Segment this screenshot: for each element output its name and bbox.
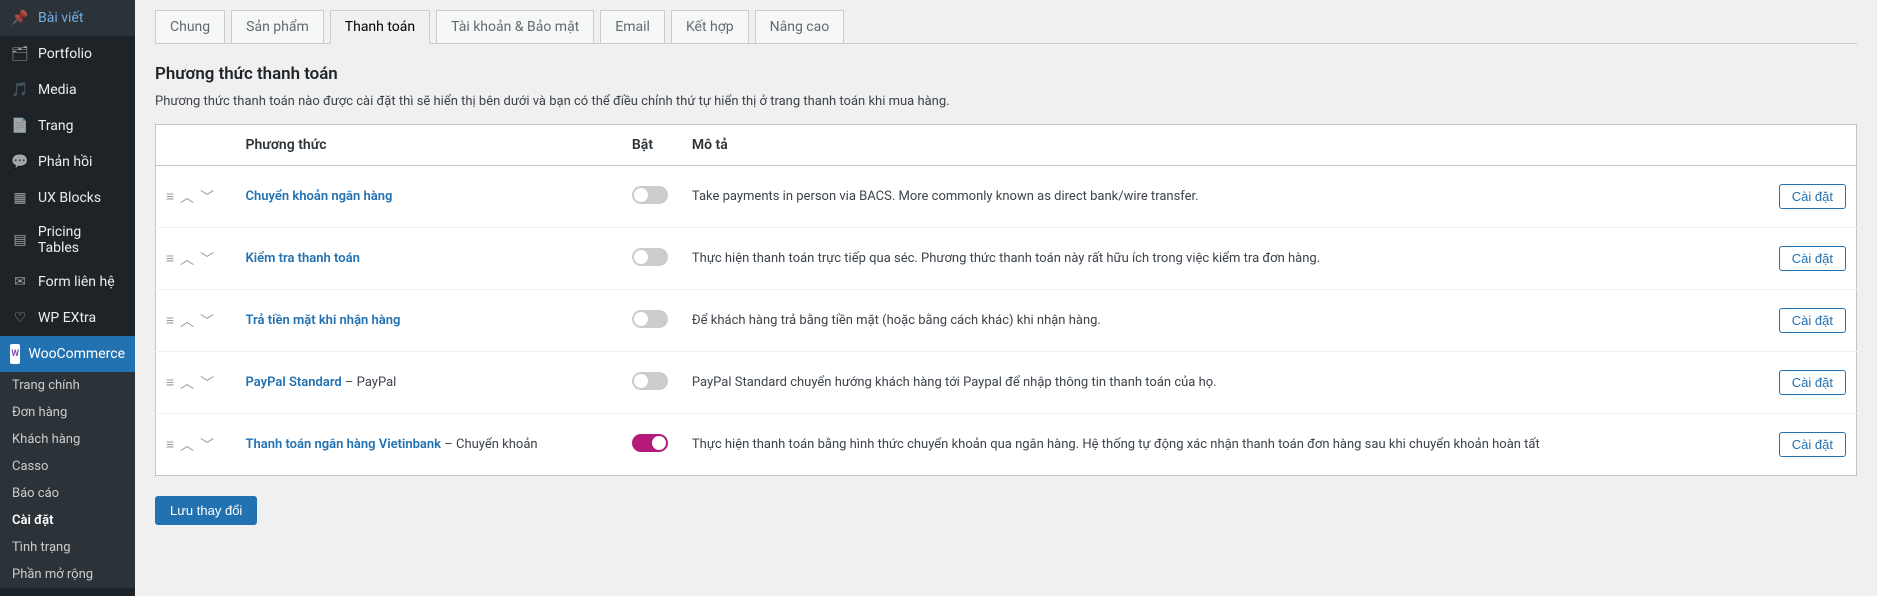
sidebar-item-posts[interactable]: 📌Bài viết <box>0 0 135 36</box>
method-link[interactable]: Trả tiền mặt khi nhận hàng <box>246 313 401 328</box>
enable-toggle[interactable] <box>632 186 668 204</box>
submenu-customers[interactable]: Khách hàng <box>0 426 135 453</box>
save-button[interactable]: Lưu thay đổi <box>155 496 257 525</box>
method-link[interactable]: Kiểm tra thanh toán <box>246 251 360 266</box>
table-row: ≡ ︿ ﹀ Trả tiền mặt khi nhận hàng Để khác… <box>156 290 1857 352</box>
tables-icon: ▤ <box>10 230 30 250</box>
sidebar-item-pricing[interactable]: ▤Pricing Tables <box>0 216 135 264</box>
method-desc: Take payments in person via BACS. More c… <box>682 166 1757 228</box>
section-title: Phương thức thanh toán <box>155 64 1857 84</box>
move-down-icon[interactable]: ﹀ <box>200 435 214 455</box>
move-up-icon[interactable]: ︿ <box>180 311 194 331</box>
setup-button[interactable]: Cài đặt <box>1779 308 1846 333</box>
setup-button[interactable]: Cài đặt <box>1779 246 1846 271</box>
section-desc: Phương thức thanh toán nào được cài đặt … <box>155 94 1857 109</box>
setup-button[interactable]: Cài đặt <box>1779 432 1846 457</box>
submenu-orders[interactable]: Đơn hàng <box>0 399 135 426</box>
move-down-icon[interactable]: ﹀ <box>200 249 214 269</box>
tab-integration[interactable]: Kết hợp <box>671 10 749 44</box>
submenu-status[interactable]: Tình trạng <box>0 534 135 561</box>
sidebar-item-media[interactable]: 🎵Media <box>0 72 135 108</box>
move-down-icon[interactable]: ﹀ <box>200 187 214 207</box>
method-link[interactable]: Thanh toán ngân hàng Vietinbank <box>246 437 442 452</box>
submenu-extensions[interactable]: Phần mở rộng <box>0 561 135 588</box>
method-suffix: – PayPal <box>342 375 397 390</box>
drag-handle-icon[interactable]: ≡ <box>166 312 174 329</box>
page-icon: 📄 <box>10 116 30 136</box>
tab-accounts[interactable]: Tài khoản & Bảo mật <box>436 10 594 44</box>
sidebar-item-pages[interactable]: 📄Trang <box>0 108 135 144</box>
table-row: ≡ ︿ ﹀ Thanh toán ngân hàng Vietinbank – … <box>156 414 1857 476</box>
move-up-icon[interactable]: ︿ <box>180 373 194 393</box>
comment-icon: 💬 <box>10 152 30 172</box>
admin-sidebar: 📌Bài viết 🗂Portfolio 🎵Media 📄Trang 💬Phản… <box>0 0 135 596</box>
sidebar-item-comments[interactable]: 💬Phản hồi <box>0 144 135 180</box>
sidebar-item-woocommerce[interactable]: WWooCommerce <box>0 336 135 372</box>
table-row: ≡ ︿ ﹀ Kiểm tra thanh toán Thực hiện than… <box>156 228 1857 290</box>
sidebar-item-portfolio[interactable]: 🗂Portfolio <box>0 36 135 72</box>
method-desc: PayPal Standard chuyển hướng khách hàng … <box>682 352 1757 414</box>
sidebar-item-uxblocks[interactable]: ▦UX Blocks <box>0 180 135 216</box>
method-desc: Để khách hàng trả bằng tiền mặt (hoặc bằ… <box>682 290 1757 352</box>
col-enable: Bật <box>622 125 682 166</box>
pin-icon: 📌 <box>10 8 30 28</box>
tab-products[interactable]: Sản phẩm <box>231 10 324 44</box>
method-desc: Thực hiện thanh toán trực tiếp qua séc. … <box>682 228 1757 290</box>
tab-general[interactable]: Chung <box>155 10 225 44</box>
drag-handle-icon[interactable]: ≡ <box>166 188 174 205</box>
enable-toggle[interactable] <box>632 434 668 452</box>
method-desc: Thực hiện thanh toán bằng hình thức chuy… <box>682 414 1757 476</box>
blocks-icon: ▦ <box>10 188 30 208</box>
col-desc: Mô tả <box>682 125 1757 166</box>
enable-toggle[interactable] <box>632 372 668 390</box>
move-up-icon[interactable]: ︿ <box>180 187 194 207</box>
tab-advanced[interactable]: Nâng cao <box>755 10 845 44</box>
move-down-icon[interactable]: ﹀ <box>200 373 214 393</box>
setup-button[interactable]: Cài đặt <box>1779 370 1846 395</box>
move-up-icon[interactable]: ︿ <box>180 249 194 269</box>
submenu-reports[interactable]: Báo cáo <box>0 480 135 507</box>
drag-handle-icon[interactable]: ≡ <box>166 250 174 267</box>
method-suffix: – Chuyển khoản <box>441 437 538 452</box>
media-icon: 🎵 <box>10 80 30 100</box>
col-method: Phương thức <box>236 125 622 166</box>
enable-toggle[interactable] <box>632 248 668 266</box>
submenu-settings[interactable]: Cài đặt <box>0 507 135 534</box>
table-row: ≡ ︿ ﹀ PayPal Standard – PayPal PayPal St… <box>156 352 1857 414</box>
portfolio-icon: 🗂 <box>10 44 30 64</box>
sidebar-item-wpextra[interactable]: ♡WP EXtra <box>0 300 135 336</box>
mail-icon: ✉ <box>10 272 30 292</box>
woocommerce-submenu: Trang chính Đơn hàng Khách hàng Casso Bá… <box>0 372 135 588</box>
woo-icon: W <box>10 344 20 364</box>
enable-toggle[interactable] <box>632 310 668 328</box>
method-link[interactable]: PayPal Standard <box>246 375 342 390</box>
move-up-icon[interactable]: ︿ <box>180 435 194 455</box>
sidebar-item-forms[interactable]: ✉Form liên hệ <box>0 264 135 300</box>
table-row: ≡ ︿ ﹀ Chuyển khoản ngân hàng Take paymen… <box>156 166 1857 228</box>
tab-email[interactable]: Email <box>600 10 665 44</box>
submenu-casso[interactable]: Casso <box>0 453 135 480</box>
drag-handle-icon[interactable]: ≡ <box>166 374 174 391</box>
heart-icon: ♡ <box>10 308 30 328</box>
drag-handle-icon[interactable]: ≡ <box>166 436 174 453</box>
main-content: Chung Sản phẩm Thanh toán Tài khoản & Bả… <box>135 0 1877 596</box>
submenu-home[interactable]: Trang chính <box>0 372 135 399</box>
col-sort <box>156 125 236 166</box>
settings-tabs: Chung Sản phẩm Thanh toán Tài khoản & Bả… <box>155 10 1857 44</box>
setup-button[interactable]: Cài đặt <box>1779 184 1846 209</box>
method-link[interactable]: Chuyển khoản ngân hàng <box>246 189 393 204</box>
tab-payments[interactable]: Thanh toán <box>330 10 430 44</box>
payment-methods-table: Phương thức Bật Mô tả ≡ ︿ ﹀ Chuyển khoản… <box>155 124 1857 476</box>
move-down-icon[interactable]: ﹀ <box>200 311 214 331</box>
col-action <box>1757 125 1857 166</box>
